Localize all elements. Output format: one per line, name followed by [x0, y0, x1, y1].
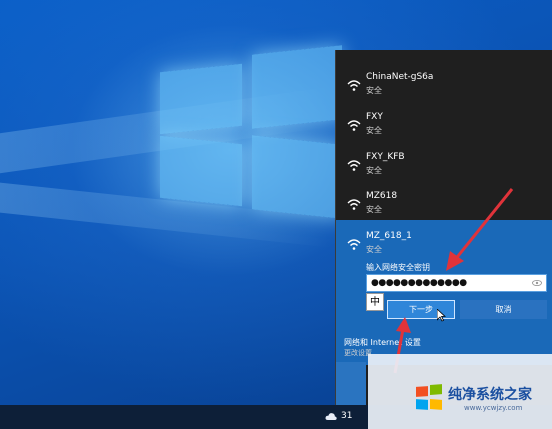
logo-pane: [252, 135, 342, 219]
logo-pane: [160, 63, 242, 135]
network-security: 安全: [366, 126, 382, 135]
ime-indicator[interactable]: 中: [366, 293, 384, 311]
wifi-icon: [347, 120, 361, 131]
watermark: 纯净系统之家 www.ycwjzy.com: [368, 354, 552, 429]
wifi-quick-tile[interactable]: [336, 362, 366, 405]
wifi-icon: [347, 199, 361, 210]
network-security: 安全: [366, 205, 382, 214]
mouse-cursor-icon: [437, 309, 446, 322]
weather-temperature[interactable]: 31: [341, 411, 352, 421]
network-security: 安全: [366, 166, 382, 175]
annotation-arrow: [446, 188, 514, 271]
network-name: ChinaNet-gS6a: [366, 72, 434, 82]
wifi-icon: [347, 80, 361, 91]
watermark-url: www.ycwjzy.com: [464, 404, 523, 412]
password-value: ●●●●●●●●●●●●●: [371, 278, 467, 288]
network-security: 安全: [366, 86, 382, 95]
windows-logo-icon: [416, 384, 442, 410]
network-item[interactable]: ChinaNet-gS6a 安全: [336, 66, 552, 104]
network-item[interactable]: FXY 安全: [336, 106, 552, 144]
cancel-button[interactable]: 取消: [460, 300, 547, 319]
watermark-title: 纯净系统之家: [448, 387, 532, 403]
network-name: FXY: [366, 112, 383, 122]
network-name: MZ_618_1: [366, 231, 412, 241]
network-name: MZ618: [366, 191, 398, 201]
network-name: FXY_KFB: [366, 152, 405, 162]
logo-pane: [252, 45, 342, 129]
reveal-password-icon[interactable]: [532, 279, 542, 287]
network-security: 安全: [366, 245, 382, 254]
network-item[interactable]: FXY_KFB 安全: [336, 146, 552, 184]
password-label: 输入网络安全密钥: [366, 263, 430, 272]
cloud-icon[interactable]: [325, 412, 337, 421]
wifi-icon: [347, 239, 361, 250]
password-field[interactable]: ●●●●●●●●●●●●●: [366, 274, 547, 292]
logo-pane: [160, 135, 242, 207]
wifi-icon: [347, 160, 361, 171]
